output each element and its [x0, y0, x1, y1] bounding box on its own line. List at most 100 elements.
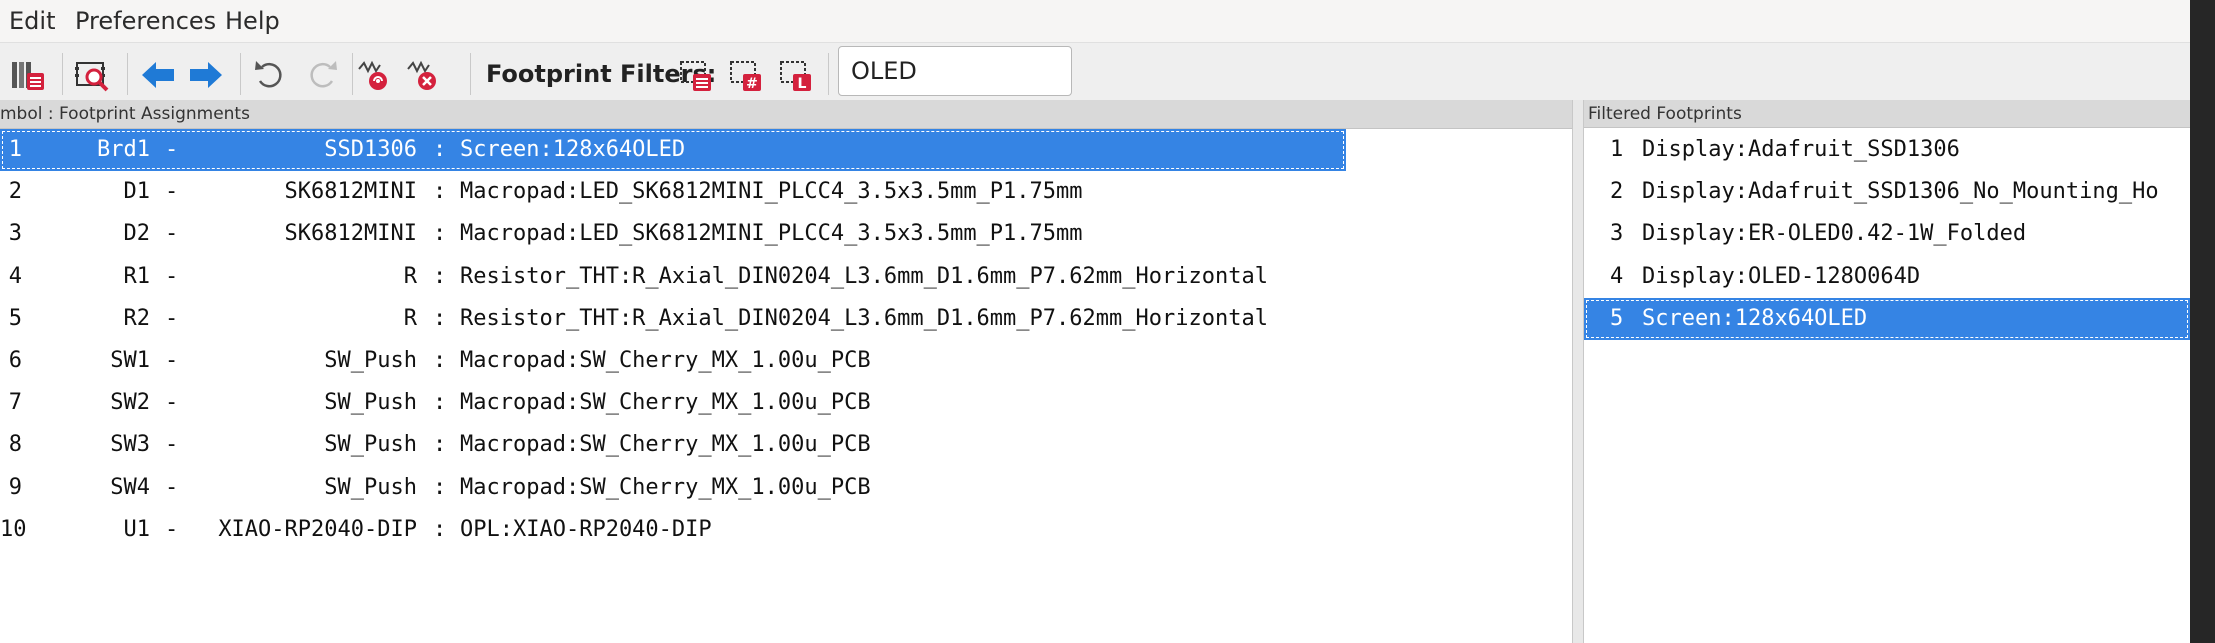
assignment-row[interactable]: 10 U1- XIAO-RP2040-DIP: OPL:XIAO-RP2040-DIP	[0, 509, 1560, 551]
undo-icon[interactable]	[252, 57, 288, 93]
footprint-assignments-list[interactable]: 1 Brd1- SSD1306: Screen:128x64OLED 2 D1- SK681…	[0, 129, 1572, 643]
assignment-row[interactable]: 2 D1- SK6812MINI: Macropad:LED_SK6812MINI_P…	[0, 171, 1560, 213]
assigned-footprint: Macropad:SW_Cherry_MX_1.00u_PCB	[460, 390, 871, 416]
svg-text:L: L	[798, 76, 807, 92]
filter-by-library-icon[interactable]: L	[777, 57, 813, 93]
symbol-value: R	[403, 263, 417, 289]
filtered-footprints-list[interactable]: 1 Display:Adafruit_SSD1306 2 Display:Adafru…	[1584, 129, 2190, 643]
assigned-footprint: OPL:XIAO-RP2040-DIP	[460, 516, 712, 542]
toolbar-separator	[470, 53, 471, 95]
reference-designator: SW1	[110, 348, 150, 373]
symbol-value: SK6812MINI	[284, 221, 417, 247]
row-number: 4	[8, 263, 22, 289]
footprint-name: Display:Adafruit_SSD1306_No_Mounting_Ho	[1642, 179, 2159, 205]
footprint-viewer-icon[interactable]	[74, 57, 110, 93]
reference-designator: SW3	[110, 432, 150, 458]
footprint-row[interactable]: 5 Screen:128x64OLED	[1584, 297, 2190, 340]
footprint-row[interactable]: 4 Display:OLED-128O064D	[1584, 256, 2190, 298]
separator: :	[433, 390, 447, 416]
row-number: 8	[8, 432, 22, 458]
assignment-row[interactable]: 1 Brd1- SSD1306: Screen:128x64OLED	[0, 129, 1346, 171]
menu-edit[interactable]: Edit	[9, 6, 55, 36]
auto-associate-icon[interactable]	[356, 57, 392, 93]
assigned-footprint: Macropad:SW_Cherry_MX_1.00u_PCB	[460, 432, 871, 458]
symbol-value: SW_Push	[324, 474, 417, 500]
footprint-row[interactable]: 1 Display:Adafruit_SSD1306	[1584, 129, 2190, 171]
reference-designator: R2	[123, 305, 151, 331]
reference-designator: U1	[123, 516, 151, 542]
separator: :	[433, 263, 447, 289]
separator: :	[433, 516, 447, 542]
row-number: 4	[1610, 263, 1624, 289]
toolbar-separator	[828, 53, 829, 95]
menu-bar: Edit Preferences Help	[0, 0, 2190, 42]
symbol-value: XIAO-RP2040-DIP	[218, 516, 417, 542]
redo-icon	[304, 57, 340, 93]
next-icon[interactable]	[188, 57, 224, 93]
separator: :	[433, 305, 447, 331]
assigned-footprint: Macropad:LED_SK6812MINI_PLCC4_3.5x3.5mm_…	[460, 179, 1083, 205]
assigned-footprint: Screen:128x64OLED	[460, 137, 686, 162]
row-number: 1	[8, 137, 22, 162]
row-number: 5	[1610, 305, 1624, 331]
assignment-row[interactable]: 9 SW4- SW_Push: Macropad:SW_Cherry_MX_1.00u…	[0, 467, 1560, 509]
assignment-row[interactable]: 8 SW3- SW_Push: Macropad:SW_Cherry_MX_1.00u…	[0, 424, 1560, 466]
symbol-value: R	[403, 305, 417, 331]
separator: :	[433, 179, 447, 205]
reference-designator: R1	[123, 263, 151, 289]
row-number: 2	[1610, 179, 1624, 205]
assignment-row[interactable]: 5 R2- R: Resistor_THT:R_Axial_DIN0204_L3.6m…	[0, 298, 1560, 340]
filtered-footprints-header: Filtered Footprints	[1584, 100, 2190, 128]
reference-designator: Brd1	[97, 137, 150, 162]
filter-by-pin-count-icon[interactable]: #	[727, 57, 763, 93]
footprint-name: Display:OLED-128O064D	[1642, 263, 1921, 289]
row-number: 2	[8, 179, 22, 205]
toolbar: Footprint Filters: # L	[0, 42, 2190, 101]
symbol-value: SW_Push	[324, 390, 417, 416]
separator: :	[433, 137, 447, 162]
separator: -	[165, 474, 179, 500]
separator: -	[165, 516, 179, 542]
toolbar-separator	[352, 53, 353, 95]
toolbar-separator	[62, 53, 63, 95]
separator: :	[433, 348, 447, 373]
reference-designator: D1	[123, 179, 151, 205]
assigned-footprint: Macropad:SW_Cherry_MX_1.00u_PCB	[460, 348, 871, 373]
footprint-assignments-title: mbol : Footprint Assignments	[0, 104, 250, 124]
delete-associations-icon[interactable]	[405, 57, 441, 93]
library-table-icon[interactable]	[10, 57, 46, 93]
footprint-row[interactable]: 3 Display:ER-OLED0.42-1W_Folded	[1584, 213, 2190, 255]
assignment-row[interactable]: 4 R1- R: Resistor_THT:R_Axial_DIN0204_L3.6m…	[0, 256, 1560, 298]
separator: -	[165, 137, 179, 162]
menu-help[interactable]: Help	[225, 6, 280, 36]
separator: :	[433, 432, 447, 458]
separator: :	[433, 474, 447, 500]
row-number: 1	[1610, 137, 1624, 162]
separator: -	[165, 221, 179, 247]
filter-text-input[interactable]	[838, 46, 1072, 96]
symbol-value: SSD1306	[324, 137, 417, 162]
reference-designator: SW2	[110, 390, 150, 416]
footprint-row[interactable]: 2 Display:Adafruit_SSD1306_No_Mounting_Ho	[1584, 171, 2190, 213]
separator: -	[165, 179, 179, 205]
symbol-value: SW_Push	[324, 432, 417, 458]
assignment-row[interactable]: 3 D2- SK6812MINI: Macropad:LED_SK6812MINI_P…	[0, 213, 1560, 255]
svg-text:#: #	[746, 76, 758, 92]
separator: -	[165, 263, 179, 289]
symbol-value: SW_Push	[324, 348, 417, 373]
row-number: 7	[8, 390, 22, 416]
previous-icon[interactable]	[140, 57, 176, 93]
toolbar-separator	[240, 53, 241, 95]
pane-splitter[interactable]	[1572, 100, 1584, 643]
assignment-row[interactable]: 6 SW1- SW_Push: Macropad:SW_Cherry_MX_1.00u…	[0, 340, 1560, 382]
assigned-footprint: Macropad:SW_Cherry_MX_1.00u_PCB	[460, 474, 871, 500]
menu-preferences[interactable]: Preferences	[75, 6, 216, 36]
row-number: 3	[1610, 221, 1624, 247]
filtered-footprints-title: Filtered Footprints	[1588, 104, 1742, 124]
filter-by-keywords-icon[interactable]	[677, 57, 713, 93]
separator: -	[165, 348, 179, 373]
window-edge	[2190, 0, 2215, 643]
row-number: 3	[8, 221, 22, 247]
assignment-row[interactable]: 7 SW2- SW_Push: Macropad:SW_Cherry_MX_1.00u…	[0, 382, 1560, 424]
assigned-footprint: Resistor_THT:R_Axial_DIN0204_L3.6mm_D1.6…	[460, 263, 1268, 289]
